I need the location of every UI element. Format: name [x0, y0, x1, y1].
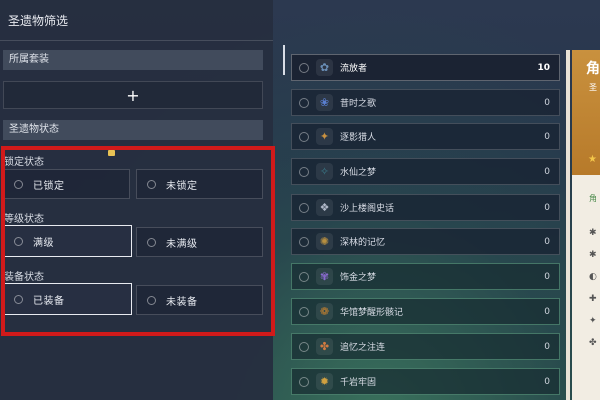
set-name: 逐影猎人 [340, 133, 377, 143]
set-count: 0 [544, 376, 550, 387]
song-of-days-past-icon: ❀ [316, 94, 333, 111]
set-count: 0 [544, 271, 550, 282]
divider [0, 40, 273, 41]
desert-pavilion-icon: ❖ [316, 199, 333, 216]
set-name: 饰金之梦 [340, 273, 377, 283]
set-name: 水仙之梦 [340, 168, 377, 178]
tenacity-millelith-icon: ✹ [316, 373, 333, 390]
detail-subtitle: 圣 [589, 83, 597, 92]
panel-title: 圣遗物筛选 [8, 14, 69, 28]
set-row[interactable]: ✤ 追忆之注连 0 [291, 333, 560, 360]
set-name: 华馆梦醒形骸记 [340, 308, 404, 318]
set-row[interactable]: ✿ 流放者 10 [291, 54, 560, 81]
set-count: 0 [544, 131, 550, 142]
set-count: 0 [544, 341, 550, 352]
stat-icon: ◐ [589, 272, 597, 282]
detail-edge [566, 50, 570, 400]
gilded-dreams-icon: ✾ [316, 268, 333, 285]
set-row[interactable]: ✦ 逐影猎人 0 [291, 123, 560, 150]
star-icon: ★ [588, 154, 597, 165]
detail-header: 角 圣 ★ [572, 50, 600, 175]
set-name: 追忆之注连 [340, 343, 386, 353]
set-name: 千岩牢固 [340, 378, 377, 388]
set-count: 0 [544, 202, 550, 213]
radio-icon [299, 306, 309, 317]
radio-icon [299, 341, 309, 352]
set-name: 深林的记忆 [340, 238, 386, 248]
add-set-button[interactable]: + [3, 81, 263, 109]
set-row[interactable]: ✹ 千岩牢固 0 [291, 368, 560, 395]
radio-icon [299, 131, 309, 142]
exile-icon: ✿ [316, 59, 333, 76]
stat-icon: ✱ [589, 250, 597, 260]
set-row[interactable]: ❀ 昔时之歌 0 [291, 89, 560, 116]
scroll-indicator [283, 45, 285, 75]
set-count: 0 [544, 306, 550, 317]
stat-icon: ✦ [589, 316, 597, 326]
set-row[interactable]: ✧ 水仙之梦 0 [291, 158, 560, 185]
set-name: 昔时之歌 [340, 99, 377, 109]
set-row[interactable]: ✾ 饰金之梦 0 [291, 263, 560, 290]
shadow-hunter-icon: ✦ [316, 128, 333, 145]
stat-icon: ✚ [589, 294, 597, 304]
plus-icon: + [126, 85, 140, 105]
set-count: 0 [544, 166, 550, 177]
set-row[interactable]: ❖ 沙上楼阁史话 0 [291, 194, 560, 221]
highlight-frame [1, 146, 275, 336]
set-count: 10 [537, 62, 550, 73]
radio-icon [299, 202, 309, 213]
set-name: 流放者 [340, 64, 368, 74]
set-count: 0 [544, 236, 550, 247]
shimenawa-icon: ✤ [316, 338, 333, 355]
radio-icon [299, 271, 309, 282]
set-row[interactable]: ❁ 华馆梦醒形骸记 0 [291, 298, 560, 325]
set-section-header: 所属套装 [3, 50, 263, 70]
set-name: 沙上楼阁史话 [340, 204, 395, 214]
stat-icon: ✱ [589, 228, 597, 238]
radio-icon [299, 97, 309, 108]
detail-title: 角 [586, 61, 600, 77]
radio-icon [299, 236, 309, 247]
set-row[interactable]: ✺ 深林的记忆 0 [291, 228, 560, 255]
set-count: 0 [544, 97, 550, 108]
stat-icon: ✤ [589, 338, 597, 348]
husk-of-opulent-dreams-icon: ❁ [316, 303, 333, 320]
state-section-header: 圣遗物状态 [3, 120, 263, 140]
nymphs-dream-icon: ✧ [316, 163, 333, 180]
radio-icon [299, 166, 309, 177]
radio-icon [299, 376, 309, 387]
radio-icon [299, 62, 309, 73]
detail-green-text: 角 [589, 194, 597, 203]
deepwood-memories-icon: ✺ [316, 233, 333, 250]
